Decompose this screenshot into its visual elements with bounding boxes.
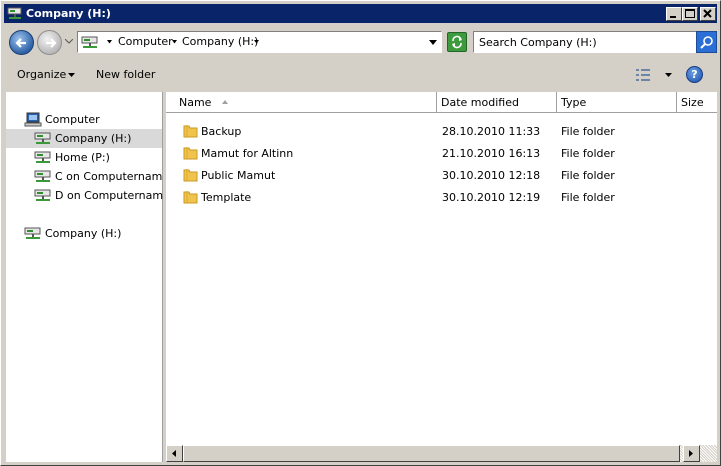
network-drive-icon [81,35,99,53]
nav-item-c-on-computername[interactable]: C on Computername [6,167,169,186]
minimize-icon [670,16,676,18]
file-type: File folder [561,191,615,204]
file-name: Backup [201,125,242,138]
folder-icon [183,147,198,160]
scroll-left-icon [172,450,176,457]
file-row-mamut-for-altinn[interactable]: Mamut for Altinn 21.10.2010 16:13 File f… [166,142,717,164]
file-date: 21.10.2010 16:13 [442,147,541,160]
views-icon[interactable] [636,69,652,81]
navigation-pane: Computer Company (H:) Home (P:) C on Com… [6,92,170,462]
nav-item-d-on-computername[interactable]: D on Computername [6,186,170,205]
column-header-label: Date modified [441,96,519,109]
network-drive-icon [24,227,41,239]
views-dropdown-icon[interactable] [665,73,672,77]
network-drive-icon [34,170,51,182]
address-dropdown-icon[interactable] [429,40,437,45]
close-button[interactable] [700,7,716,21]
breadcrumb-company-h[interactable]: Company (H:) [182,35,258,48]
nav-item-company-h-favorite[interactable]: Company (H:) [6,224,162,243]
explorer-window: Company (H:) Computer Company (H:) Searc… [0,0,721,466]
computer-icon [24,112,42,127]
column-header-label: Type [561,96,587,109]
organize-button[interactable]: Organize [17,68,66,81]
maximize-icon [685,9,695,18]
file-row-public-mamut[interactable]: Public Mamut 30.10.2010 12:18 File folde… [166,164,717,186]
file-name: Public Mamut [201,169,276,182]
forward-button[interactable] [37,30,62,55]
breadcrumb-separator-icon[interactable] [254,40,259,44]
nav-item-computer[interactable]: Computer [6,110,162,129]
search-box[interactable] [473,31,697,53]
file-date: 30.10.2010 12:19 [442,191,541,204]
file-date: 28.10.2010 11:33 [442,125,541,138]
nav-item-label: C on Computername [55,170,170,183]
scroll-right-icon [689,450,693,457]
breadcrumb-separator-icon[interactable] [172,40,177,44]
search-icon [700,36,713,49]
file-name: Template [201,191,252,204]
network-drive-icon [34,132,51,144]
nav-item-label: Company (H:) [45,227,122,240]
nav-item-label: Home (P:) [55,151,110,164]
nav-item-home-p[interactable]: Home (P:) [6,148,162,167]
file-date: 30.10.2010 12:18 [442,169,541,182]
refresh-button[interactable] [447,32,467,52]
file-type: File folder [561,125,615,138]
folder-icon [183,191,198,204]
maximize-button[interactable] [682,7,698,21]
search-input[interactable] [479,35,669,49]
sort-ascending-icon [222,100,228,104]
breadcrumb-separator-icon[interactable] [107,40,112,44]
address-bar[interactable]: Computer Company (H:) [77,31,442,53]
column-header-row: Name Date modified Type Size [166,92,717,113]
column-header-label: Size [681,96,704,109]
file-list: Name Date modified Type Size Backup 28.1… [166,92,717,462]
file-type: File folder [561,169,615,182]
nav-item-label: D on Computername [55,189,170,202]
file-name: Mamut for Altinn [201,147,294,160]
help-icon: ? [691,68,698,81]
minimize-button[interactable] [666,7,682,21]
help-button[interactable]: ? [686,66,703,83]
organize-dropdown-icon[interactable] [68,73,75,77]
scroll-left-button[interactable] [166,445,183,462]
search-button[interactable] [696,31,717,53]
arrow-left-icon [15,38,26,48]
scroll-right-button[interactable] [683,445,700,462]
recent-pages-dropdown[interactable] [65,39,73,45]
network-drive-icon [34,151,51,163]
column-header-size[interactable]: Size [677,92,717,113]
breadcrumb-computer[interactable]: Computer [118,35,173,48]
nav-item-label: Computer [45,113,100,126]
scrollbar-thumb[interactable] [183,445,680,462]
back-button[interactable] [9,30,34,55]
folder-icon [183,125,198,138]
column-header-date-modified[interactable]: Date modified [437,92,557,113]
file-row-backup[interactable]: Backup 28.10.2010 11:33 File folder [166,120,717,142]
folder-icon [183,169,198,182]
refresh-icon [452,35,462,49]
address-bar-row: Computer Company (H:) [4,24,717,59]
horizontal-scrollbar[interactable] [166,445,717,462]
file-row-template[interactable]: Template 30.10.2010 12:19 File folder [166,186,717,208]
column-header-type[interactable]: Type [557,92,677,113]
title-bar[interactable]: Company (H:) [4,4,717,23]
new-folder-button[interactable]: New folder [96,68,155,81]
column-header-label: Name [179,96,212,109]
close-icon [703,9,712,18]
arrow-right-icon [46,38,57,48]
nav-item-company-h[interactable]: Company (H:) [6,129,162,148]
command-bar: Organize New folder ? [4,60,717,91]
column-header-name[interactable]: Name [175,92,437,113]
network-drive-icon [7,6,23,20]
window-title: Company (H:) [26,7,111,20]
network-drive-icon [34,189,51,201]
nav-item-label: Company (H:) [55,132,132,145]
file-type: File folder [561,147,615,160]
